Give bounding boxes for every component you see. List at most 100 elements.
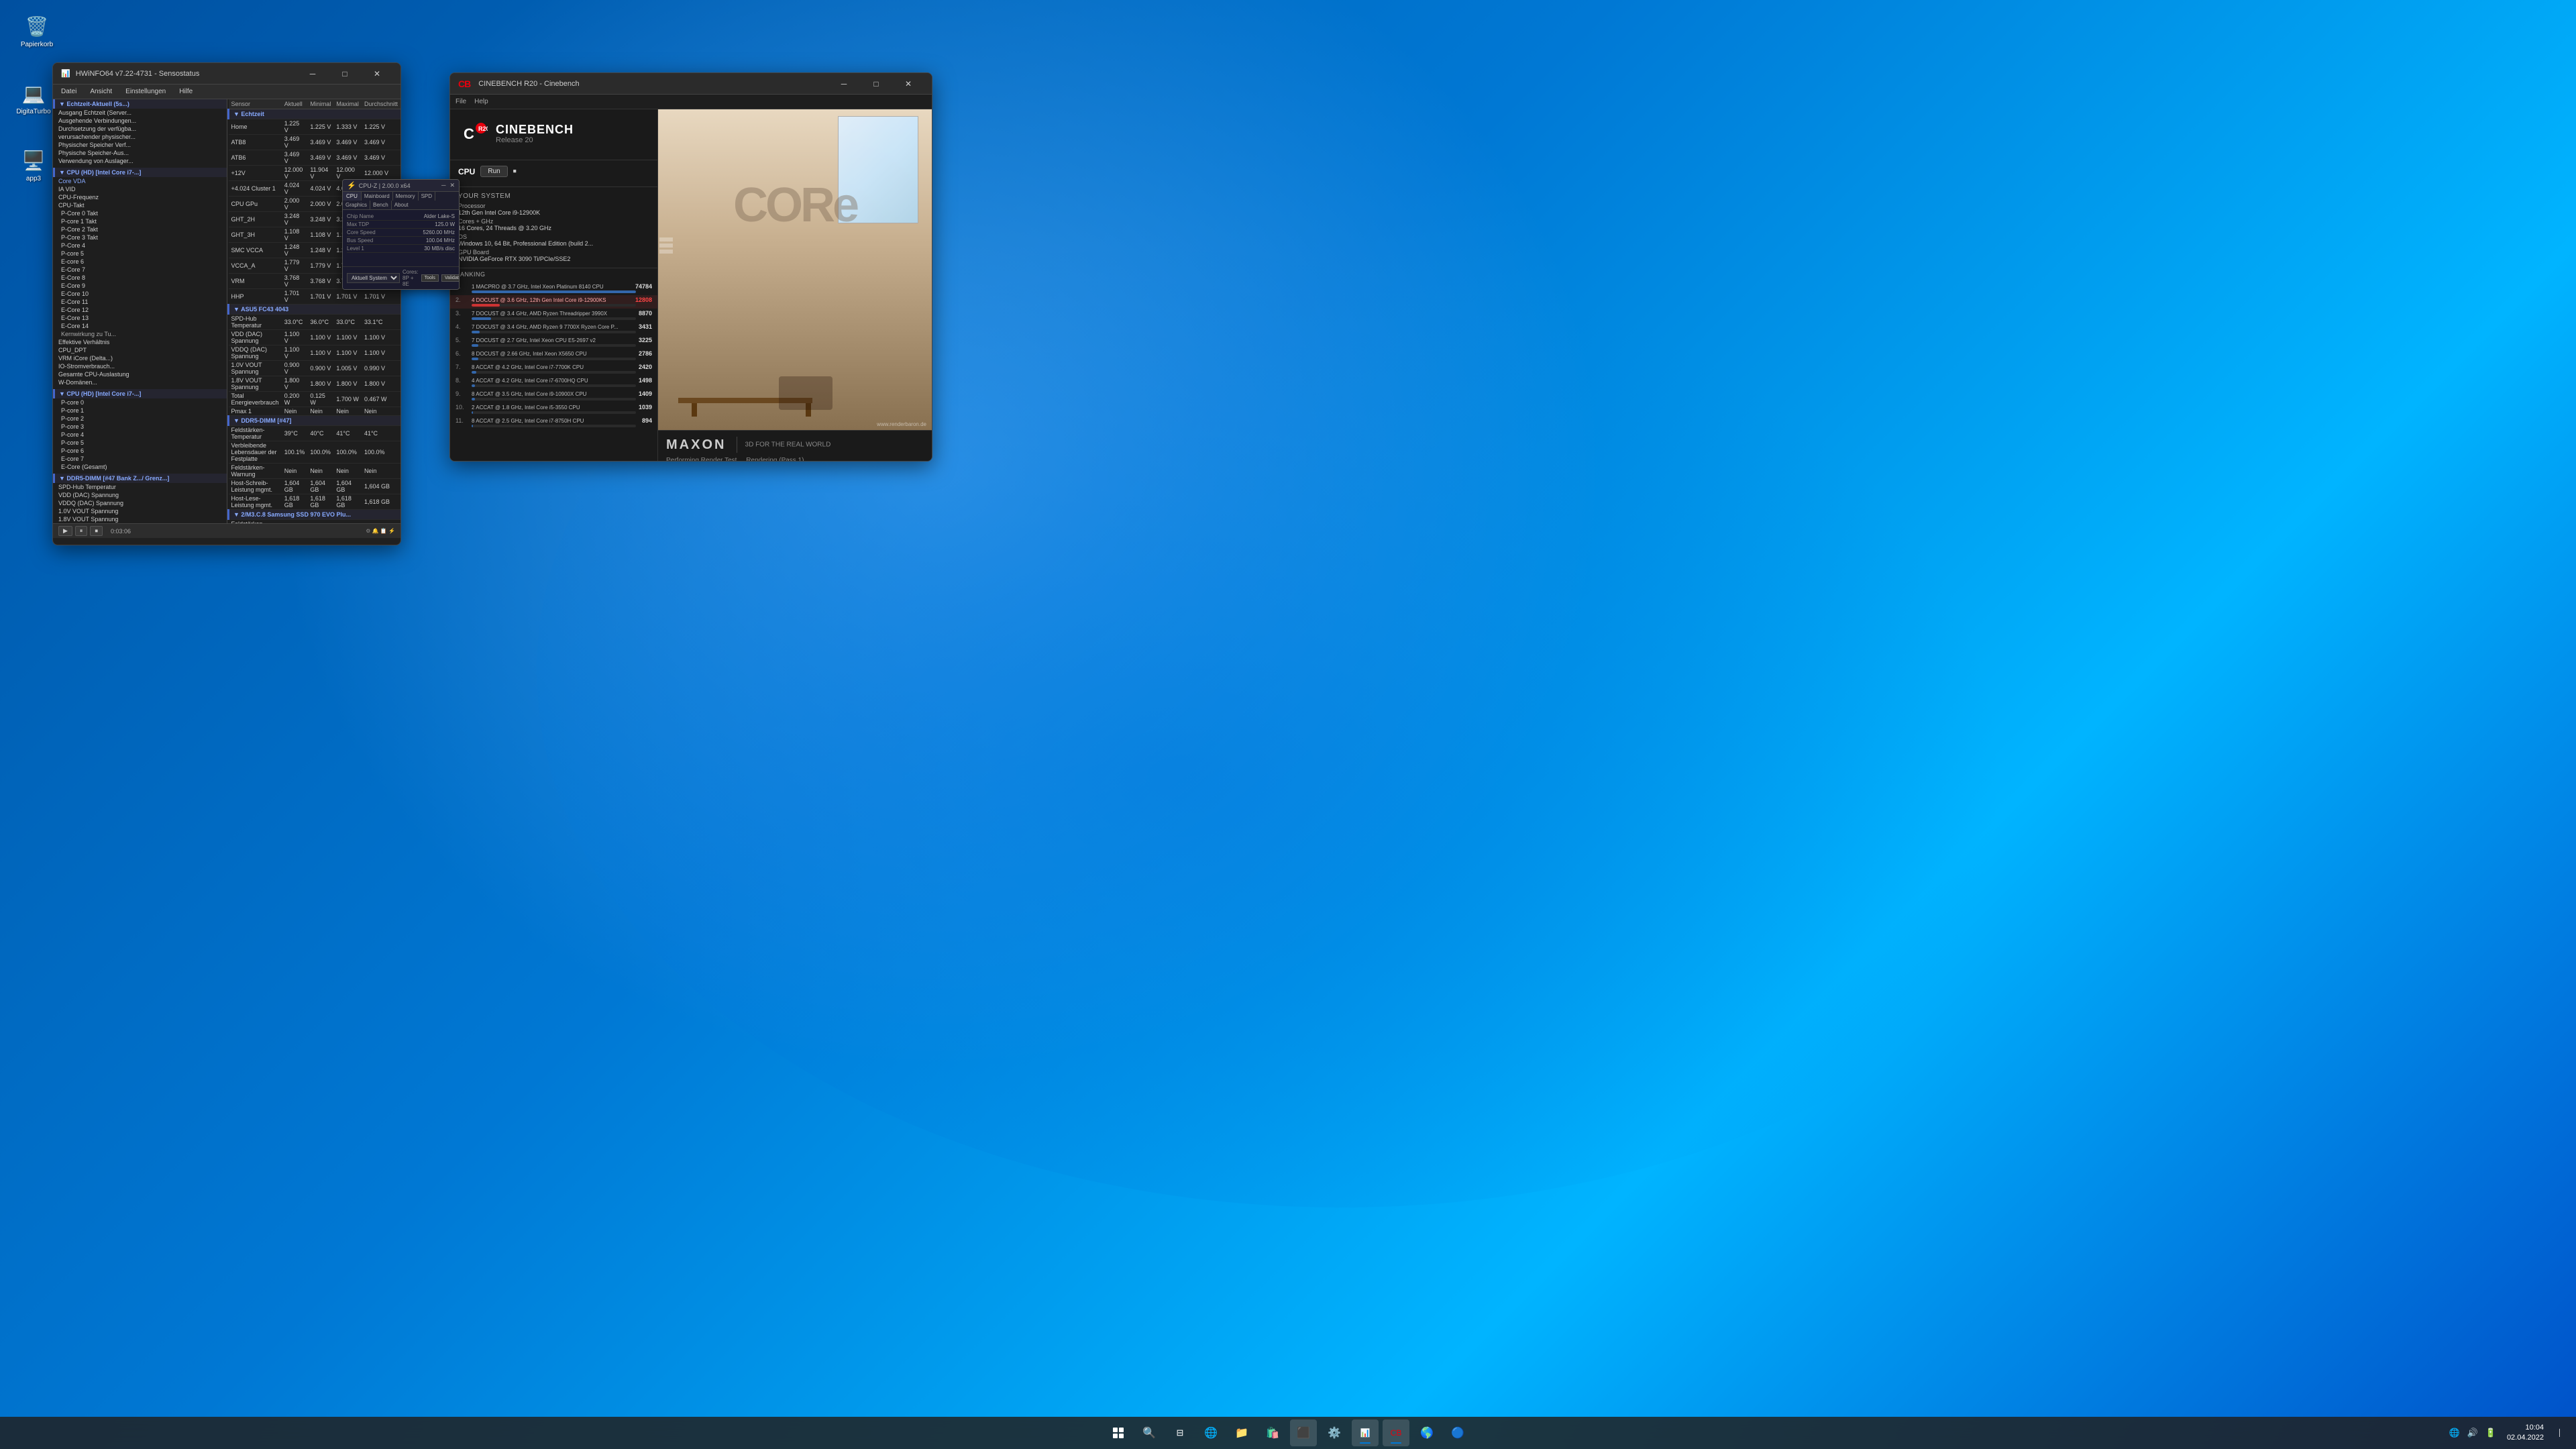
taskbar-clock[interactable]: 10:04 02.04.2022 bbox=[2503, 1421, 2548, 1445]
cpuz-tab-spd[interactable]: SPD bbox=[419, 192, 435, 201]
hwinfo-tree-item[interactable]: 1.8V VOUT Spannung bbox=[53, 515, 227, 523]
cinebench-maximize[interactable]: □ bbox=[861, 73, 892, 95]
cpuz-tab-cpu[interactable]: CPU bbox=[343, 192, 362, 201]
result-item[interactable]: 6.8 DOCUST @ 2.66 GHz, Intel Xeon X5650 … bbox=[450, 349, 657, 362]
cpuz-tab-about[interactable]: About bbox=[392, 201, 411, 209]
hwinfo-tree-item[interactable]: P-Core 0 Takt bbox=[53, 209, 227, 217]
hwinfo-tree-item[interactable]: IA VID bbox=[53, 185, 227, 193]
tray-icon-network[interactable]: 🌐 bbox=[2447, 1425, 2463, 1441]
hwinfo-tree-temp-item[interactable]: P-core 1 bbox=[53, 407, 227, 415]
hwinfo-tree-temp-item[interactable]: P-core 2 bbox=[53, 415, 227, 423]
cpuz-tab-bench[interactable]: Bench bbox=[370, 201, 392, 209]
result-item[interactable]: 11.8 ACCAT @ 2.5 GHz, Intel Core i7-8750… bbox=[450, 416, 657, 429]
hwinfo-close[interactable]: ✕ bbox=[362, 63, 392, 85]
hwinfo-tree-temp-item[interactable]: P-core 5 bbox=[53, 439, 227, 447]
cpuz-selection-dropdown[interactable]: Aktuell System bbox=[347, 273, 400, 283]
hwinfo-tree-item[interactable]: CPU-Takt bbox=[53, 201, 227, 209]
result-item[interactable]: 1.1 MACPRO @ 3.7 GHz, Intel Xeon Platinu… bbox=[450, 282, 657, 295]
store-button[interactable]: 🛍️ bbox=[1259, 1419, 1286, 1446]
hwinfo-tree-item[interactable]: Ausgehende Verbindungen... bbox=[53, 117, 227, 125]
cpuz-tab-memory[interactable]: Memory bbox=[393, 192, 419, 201]
hwinfo-menu-einstellungen[interactable]: Einstellungen bbox=[123, 87, 168, 97]
app-button-extra[interactable]: 🔵 bbox=[1444, 1419, 1471, 1446]
hwinfo-tree-item[interactable]: E-Core 11 bbox=[53, 298, 227, 306]
tray-icon-battery[interactable]: 🔋 bbox=[2483, 1425, 2499, 1441]
hwinfo-tree-item[interactable]: E-Core 10 bbox=[53, 290, 227, 298]
hwinfo-tree-item[interactable]: P-Core 3 Takt bbox=[53, 233, 227, 241]
hwinfo-tree-temp-item[interactable]: E-core 7 bbox=[53, 455, 227, 463]
hwinfo-minimize[interactable]: ─ bbox=[297, 63, 328, 85]
cinebench-menu-help[interactable]: Help bbox=[474, 98, 488, 105]
hwinfo-tree-item[interactable]: verursachender physischer... bbox=[53, 133, 227, 141]
hwinfo-tree-item[interactable]: Physische Speicher-Aus... bbox=[53, 149, 227, 157]
hwinfo-tree-item[interactable]: Ausgang Echtzeit (Server... bbox=[53, 109, 227, 117]
cinebench-taskbar-btn[interactable]: CB bbox=[1383, 1419, 1409, 1446]
show-desktop-btn[interactable]: │ bbox=[2552, 1417, 2568, 1449]
hwinfo-menu-datei[interactable]: Datei bbox=[58, 87, 79, 97]
hwinfo-tree-temp-item[interactable]: E-Core (Gesamt) bbox=[53, 463, 227, 471]
cinebench-close[interactable]: ✕ bbox=[893, 73, 924, 95]
cpuz-tab-graphics[interactable]: Graphics bbox=[343, 201, 370, 209]
result-item[interactable]: 9.8 ACCAT @ 3.5 GHz, Intel Core i9-10900… bbox=[450, 389, 657, 402]
hwinfo-tree-item[interactable]: E-Core 12 bbox=[53, 306, 227, 314]
hwinfo-tree-item[interactable]: E-core 6 bbox=[53, 258, 227, 266]
result-item[interactable]: 2.4 DOCUST @ 3.6 GHz, 12th Gen Intel Cor… bbox=[450, 295, 657, 309]
hwinfo-tree-item[interactable]: Gesamte CPU-Auslastung bbox=[53, 370, 227, 378]
explorer-button[interactable]: 📁 bbox=[1228, 1419, 1255, 1446]
hwinfo-tree-item[interactable]: 1.0V VOUT Spannung bbox=[53, 507, 227, 515]
hwinfo-tree-item[interactable]: P-Core 4 bbox=[53, 241, 227, 250]
hwinfo-pause-btn[interactable]: ⏸ bbox=[75, 526, 88, 536]
cpuz-minimize[interactable]: ─ bbox=[441, 182, 445, 189]
settings-button[interactable]: ⚙️ bbox=[1321, 1419, 1348, 1446]
hwinfo-tree-item[interactable]: E-Core 7 bbox=[53, 266, 227, 274]
hwinfo-tree-item[interactable]: Effektive Verhältnis bbox=[53, 338, 227, 346]
hwinfo-tree-item[interactable]: Core VDA bbox=[53, 177, 227, 185]
edge-button[interactable]: 🌐 bbox=[1197, 1419, 1224, 1446]
hwinfo-tree-item[interactable]: W-Domänen... bbox=[53, 378, 227, 386]
result-item[interactable]: 3.7 DOCUST @ 3.4 GHz, AMD Ryzen Threadri… bbox=[450, 309, 657, 322]
hwinfo-tree-temp-item[interactable]: P-core 4 bbox=[53, 431, 227, 439]
result-item[interactable]: 8.4 ACCAT @ 4.2 GHz, Intel Core i7-6700H… bbox=[450, 376, 657, 389]
cpuz-close[interactable]: ✕ bbox=[449, 182, 455, 189]
result-item[interactable]: 4.7 DOCUST @ 3.4 GHz, AMD Ryzen 9 7700X … bbox=[450, 322, 657, 335]
cinebench-menu-file[interactable]: File bbox=[455, 98, 466, 105]
search-button[interactable]: 🔍 bbox=[1136, 1419, 1163, 1446]
hwinfo-menu-hilfe[interactable]: Hilfe bbox=[176, 87, 195, 97]
hwinfo-maximize[interactable]: □ bbox=[329, 63, 360, 85]
hwinfo-stop-btn[interactable]: ⏹ bbox=[90, 526, 103, 536]
hwinfo-tree-item[interactable]: E-Core 13 bbox=[53, 314, 227, 322]
hwinfo-tree-item[interactable]: CPU-Frequenz bbox=[53, 193, 227, 201]
hwinfo-tree-item[interactable]: E-Core 8 bbox=[53, 274, 227, 282]
result-item[interactable]: 5.7 DOCUST @ 2.7 GHz, Intel Xeon CPU E5-… bbox=[450, 335, 657, 349]
hwinfo-tree-item[interactable]: SPD-Hub Temperatur bbox=[53, 483, 227, 491]
hwinfo-tree-item[interactable]: Physischer Speicher Verf... bbox=[53, 141, 227, 149]
hwinfo-tree-item[interactable]: VDD (DAC) Spannung bbox=[53, 491, 227, 499]
cinebench-run-btn[interactable]: Run bbox=[480, 166, 507, 177]
hwinfo-tree-item[interactable]: E-Core 9 bbox=[53, 282, 227, 290]
hwinfo-taskbar-btn[interactable]: 📊 bbox=[1352, 1419, 1379, 1446]
cinebench-stop-icon[interactable]: ⏹ bbox=[513, 168, 517, 175]
desktop-icon-recycle[interactable]: 🗑️ Papierkorb bbox=[10, 10, 64, 51]
cinebench-minimize[interactable]: ─ bbox=[828, 73, 859, 95]
cpuz-tab-mainboard[interactable]: Mainboard bbox=[362, 192, 393, 201]
hwinfo-tree-temp-item[interactable]: P-core 3 bbox=[53, 423, 227, 431]
result-item[interactable]: 7.8 ACCAT @ 4.2 GHz, Intel Core i7-7700K… bbox=[450, 362, 657, 376]
hwinfo-tree-item[interactable]: P-core 5 bbox=[53, 250, 227, 258]
hwinfo-tree-item-freq[interactable]: Kernwirkung zu Tu... bbox=[53, 330, 227, 338]
hwinfo-tree-item[interactable]: VDDQ (DAC) Spannung bbox=[53, 499, 227, 507]
hwinfo-tree-temp-item[interactable]: P-core 0 bbox=[53, 398, 227, 407]
result-item[interactable]: 10.2 ACCAT @ 1.8 GHz, Intel Core i5-3550… bbox=[450, 402, 657, 416]
tray-icon-speaker[interactable]: 🔊 bbox=[2465, 1425, 2481, 1441]
hwinfo-tree-temp-item[interactable]: P-core 6 bbox=[53, 447, 227, 455]
terminal-button[interactable]: ⬛ bbox=[1290, 1419, 1317, 1446]
hwinfo-tree-item[interactable]: IO-Stromverbrauch... bbox=[53, 362, 227, 370]
hwinfo-tree-item[interactable]: P-core 1 Takt bbox=[53, 217, 227, 225]
hwinfo-tree-item[interactable]: CPU_DPT bbox=[53, 346, 227, 354]
hwinfo-tree-item[interactable]: VRM iCore (Delta...) bbox=[53, 354, 227, 362]
chrome-button[interactable]: 🌎 bbox=[1413, 1419, 1440, 1446]
hwinfo-tree-item[interactable]: P-Core 2 Takt bbox=[53, 225, 227, 233]
task-view-button[interactable]: ⊟ bbox=[1167, 1419, 1193, 1446]
hwinfo-tree-item[interactable]: Durchsetzung der verfügba... bbox=[53, 125, 227, 133]
cpuz-tools-btn[interactable]: Tools bbox=[421, 274, 439, 282]
start-button[interactable] bbox=[1105, 1419, 1132, 1446]
